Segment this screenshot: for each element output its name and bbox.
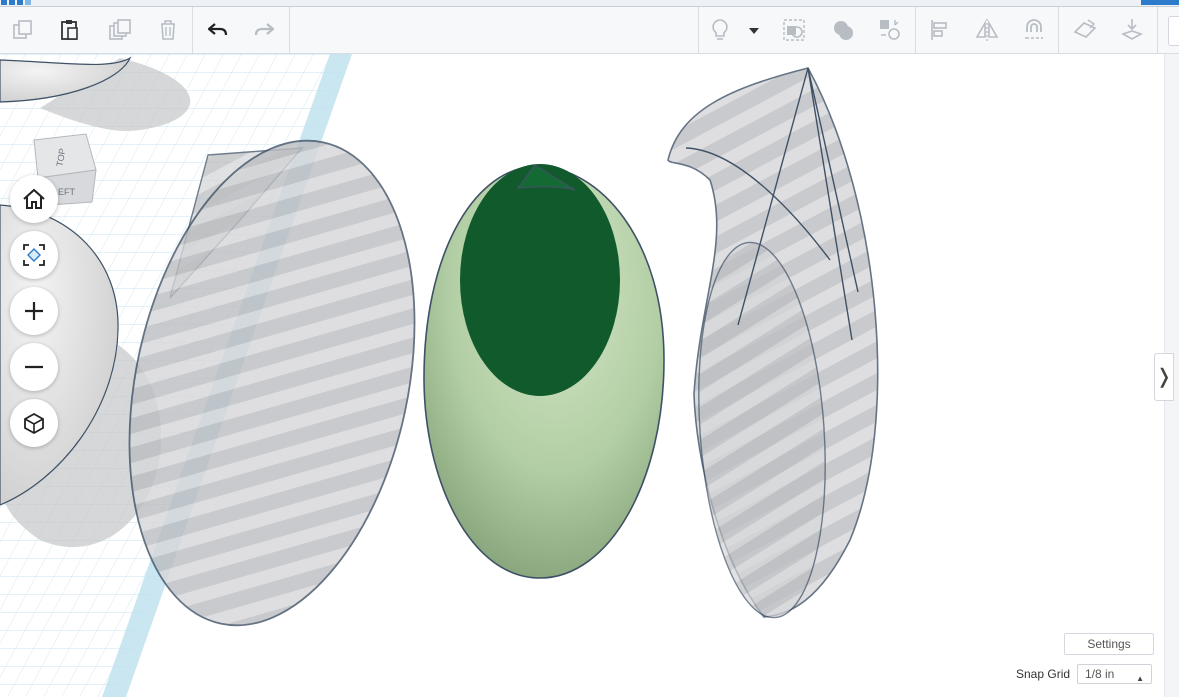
group-button[interactable] (771, 7, 817, 53)
ungroup-button[interactable] (820, 7, 866, 53)
scene-canvas[interactable] (0, 54, 1164, 697)
import-button[interactable] (1168, 16, 1179, 46)
group-icon (783, 19, 805, 41)
header-accent (1141, 0, 1179, 5)
zoom-in-button[interactable] (10, 287, 58, 335)
show-all-button[interactable] (697, 7, 743, 53)
mirror-icon (975, 19, 999, 41)
cruise-icon (880, 20, 900, 40)
hole-shape-right[interactable] (667, 67, 879, 622)
toolbar-divider (289, 7, 290, 53)
minus-icon (25, 365, 43, 369)
ruler-icon (1121, 19, 1143, 40)
align-icon (931, 20, 947, 40)
copy-icon (13, 20, 32, 39)
settings-button[interactable]: Settings (1064, 633, 1154, 655)
app-icon (9, 0, 15, 5)
cruise-button[interactable] (867, 7, 913, 53)
snap-grid-select[interactable]: 1/8 in ▲ (1077, 664, 1152, 684)
caret-up-icon: ▲ (1136, 674, 1144, 683)
lightbulb-icon (712, 19, 728, 40)
mirror-button[interactable] (964, 7, 1010, 53)
show-all-menu-button[interactable] (741, 7, 767, 53)
zoom-out-button[interactable] (10, 343, 58, 391)
app-icon (1, 0, 7, 5)
chevron-right-icon: ❭ (1155, 366, 1173, 388)
ungroup-icon (834, 21, 853, 40)
projection-toggle-button[interactable] (10, 399, 58, 447)
panel-toggle-button[interactable]: ❭ (1154, 353, 1174, 401)
home-icon (23, 188, 45, 209)
snap-grid-label: Snap Grid (1016, 667, 1071, 681)
undo-icon (207, 23, 228, 36)
app-icon (25, 0, 31, 5)
fit-view-button[interactable] (10, 231, 58, 279)
redo-button[interactable] (241, 7, 287, 53)
duplicate-button[interactable] (97, 7, 143, 53)
snap-grid-value: 1/8 in (1085, 667, 1115, 681)
undo-button[interactable] (195, 7, 241, 53)
workplane-button[interactable] (1062, 7, 1108, 53)
align-button[interactable] (917, 7, 963, 53)
delete-button[interactable] (145, 7, 191, 53)
magnet-button[interactable] (1011, 7, 1057, 53)
app-icon (17, 0, 23, 5)
magnet-icon (1025, 19, 1043, 39)
ruler-button[interactable] (1109, 7, 1155, 53)
toolbar-divider (192, 7, 193, 53)
toolbar-divider (1157, 7, 1158, 53)
top-strip (0, 0, 1179, 7)
toolbar-divider (1058, 7, 1059, 53)
toolbar-divider (915, 7, 916, 53)
3d-workplane-viewport[interactable]: TOP LEFT (0, 54, 1164, 697)
perspective-cube-icon (24, 412, 44, 435)
copy-button[interactable] (0, 7, 46, 53)
plus-icon (25, 302, 43, 320)
trash-icon (161, 20, 175, 40)
duplicate-icon (109, 19, 131, 40)
redo-icon (254, 23, 275, 36)
caret-down-icon (749, 28, 759, 34)
workplane-icon (1073, 19, 1097, 38)
edit-toolbar (0, 7, 1179, 54)
paste-icon (61, 20, 78, 40)
green-solid-egg[interactable] (423, 164, 665, 579)
fit-all-icon (23, 244, 45, 266)
home-view-button[interactable] (10, 175, 58, 223)
paste-button[interactable] (47, 7, 93, 53)
